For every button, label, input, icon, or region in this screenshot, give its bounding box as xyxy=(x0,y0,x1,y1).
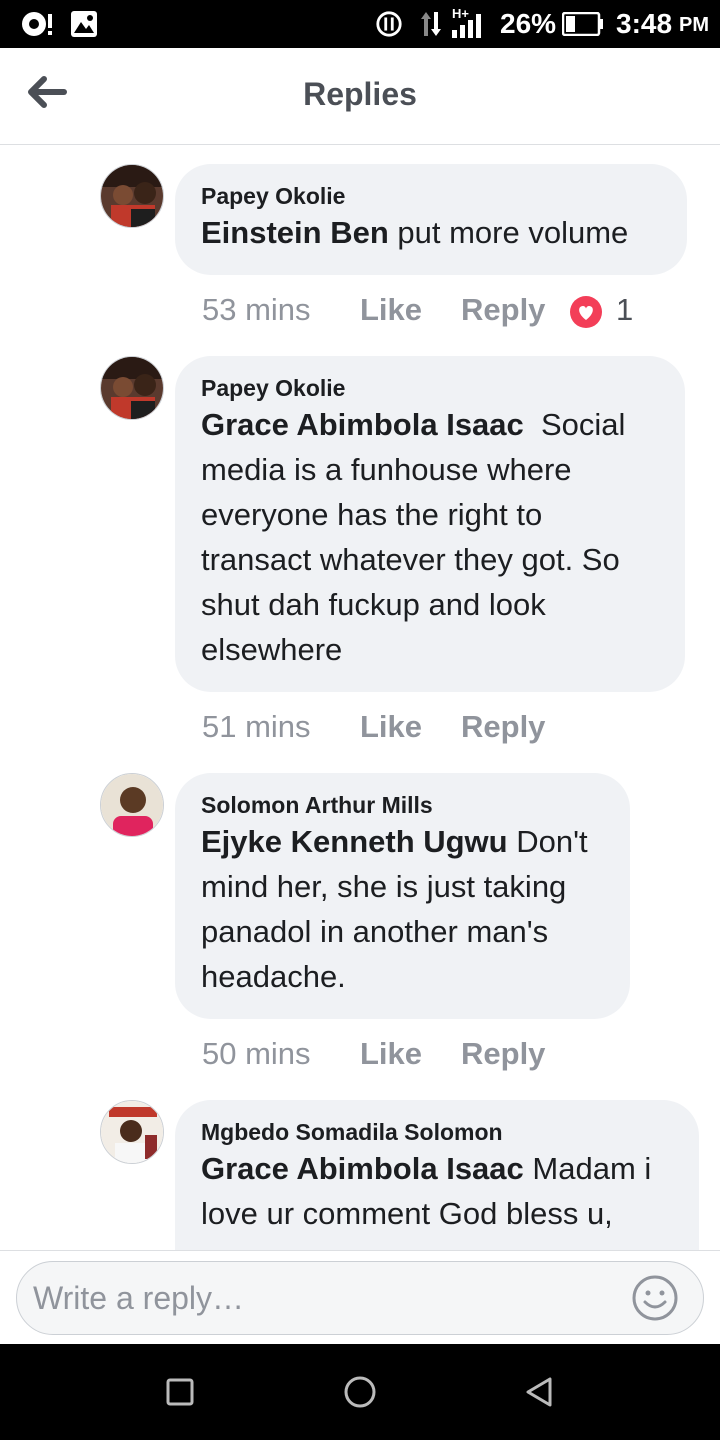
header: Replies xyxy=(0,48,720,145)
mention-link[interactable]: Ejyke Kenneth Ugwu xyxy=(201,824,508,859)
back-triangle-icon[interactable] xyxy=(522,1374,558,1410)
battery-icon xyxy=(562,12,603,36)
notification-icon xyxy=(22,12,52,36)
comment-author[interactable]: Papey Okolie xyxy=(201,182,661,210)
mention-link[interactable]: Grace Abimbola Isaac xyxy=(201,1151,524,1186)
avatar[interactable] xyxy=(100,773,164,837)
home-circle-icon[interactable] xyxy=(342,1374,378,1410)
comment-text: Grace Abimbola Isaac Madam i love ur com… xyxy=(201,1146,673,1236)
system-nav-bar xyxy=(0,1344,720,1440)
comment-body: Social media is a funhouse where everyon… xyxy=(201,407,635,667)
reply-button[interactable]: Reply xyxy=(461,709,545,745)
comment-time: 51 mins xyxy=(202,709,311,744)
avatar[interactable] xyxy=(100,1100,164,1164)
mention-link[interactable]: Einstein Ben xyxy=(201,215,389,250)
clock: 3:48 xyxy=(616,8,673,39)
image-icon xyxy=(71,11,97,37)
heart-reaction-icon[interactable] xyxy=(570,296,602,328)
comment-bubble[interactable]: Mgbedo Somadila Solomon Grace Abimbola I… xyxy=(175,1100,699,1250)
avatar[interactable] xyxy=(100,164,164,228)
reaction-count[interactable]: 1 xyxy=(616,292,633,328)
signal-icon xyxy=(452,14,481,38)
recents-square-icon[interactable] xyxy=(162,1374,198,1410)
replies-list[interactable]: Papey Okolie Einstein Ben put more volum… xyxy=(0,146,720,1250)
data-transfer-icon xyxy=(421,12,441,36)
clock-ampm: PM xyxy=(679,14,709,36)
comment-bubble[interactable]: Solomon Arthur Mills Ejyke Kenneth Ugwu … xyxy=(175,773,630,1019)
mention-link[interactable]: Grace Abimbola Isaac xyxy=(201,407,524,442)
comment-body: put more volume xyxy=(388,215,629,250)
data-saver-icon xyxy=(376,11,402,37)
comment-author[interactable]: Solomon Arthur Mills xyxy=(201,791,604,819)
reply-input[interactable] xyxy=(33,1270,613,1326)
status-bar: H+ 26% 3:48 PM xyxy=(0,0,720,48)
page-title: Replies xyxy=(303,76,417,112)
emoji-icon[interactable] xyxy=(631,1274,679,1322)
comment-time: 53 mins xyxy=(202,292,311,327)
comment-bubble[interactable]: Papey Okolie Einstein Ben put more volum… xyxy=(175,164,687,275)
like-button[interactable]: Like xyxy=(360,1036,422,1072)
battery-percent: 26% xyxy=(500,8,557,39)
like-button[interactable]: Like xyxy=(360,709,422,745)
reply-button[interactable]: Reply xyxy=(461,292,545,328)
comment-text: Grace Abimbola Isaac Social media is a f… xyxy=(201,402,659,672)
comment-text: Einstein Ben put more volume xyxy=(201,210,661,255)
reply-button[interactable]: Reply xyxy=(461,1036,545,1072)
reply-composer xyxy=(0,1250,720,1344)
like-button[interactable]: Like xyxy=(360,292,422,328)
comment-author[interactable]: Papey Okolie xyxy=(201,374,659,402)
comment-text: Ejyke Kenneth Ugwu Don't mind her, she i… xyxy=(201,819,604,999)
reply-input-box[interactable] xyxy=(16,1261,704,1335)
avatar[interactable] xyxy=(100,356,164,420)
comment-bubble[interactable]: Papey Okolie Grace Abimbola Isaac Social… xyxy=(175,356,685,692)
comment-author[interactable]: Mgbedo Somadila Solomon xyxy=(201,1118,673,1146)
comment-time: 50 mins xyxy=(202,1036,311,1071)
